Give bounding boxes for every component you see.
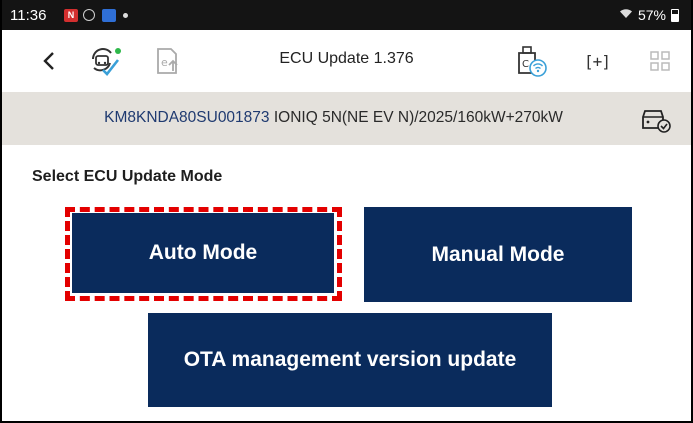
car-check-icon (642, 110, 671, 133)
vci-wifi-icon: C (518, 46, 547, 77)
vci-connection-button[interactable]: C (514, 44, 548, 78)
ota-update-button[interactable]: OTA management version update (148, 313, 552, 407)
battery-percent: 57% (637, 7, 666, 23)
manual-mode-button[interactable]: Manual Mode (364, 207, 632, 302)
status-right: 57% (619, 7, 679, 23)
vehicle-description: IONIQ 5N(NE EV N)/2025/160kW+270kW (273, 109, 563, 126)
message-notification-icon (102, 9, 116, 22)
vin-number: KM8KNDA80SU001873 (104, 109, 270, 126)
status-bar: 11:36 N 57% (2, 0, 691, 30)
battery-icon (671, 8, 679, 22)
scan-button[interactable]: [+] (580, 44, 614, 78)
vehicle-diagnosis-button[interactable] (640, 104, 672, 134)
svg-text:C: C (522, 59, 529, 70)
scan-icon: [+] (584, 51, 611, 71)
grid-icon (650, 51, 670, 71)
wifi-icon (619, 8, 633, 22)
auto-mode-button[interactable]: Auto Mode (72, 213, 334, 293)
vehicle-info-bar: KM8KNDA80SU001873 IONIQ 5N(NE EV N)/2025… (2, 92, 691, 145)
section-heading: Select ECU Update Mode (32, 168, 223, 185)
toolbar: e ECU Update 1.376 C [+] (2, 30, 691, 92)
clock: 11:36 (10, 7, 47, 24)
vehicle-info-line: KM8KNDA80SU001873 IONIQ 5N(NE EV N)/2025… (2, 109, 691, 127)
calendar-notification-icon: N (64, 9, 78, 22)
menu-grid-button[interactable] (643, 44, 677, 78)
face-notification-icon (83, 9, 95, 21)
more-notifications-dot-icon (123, 13, 128, 18)
